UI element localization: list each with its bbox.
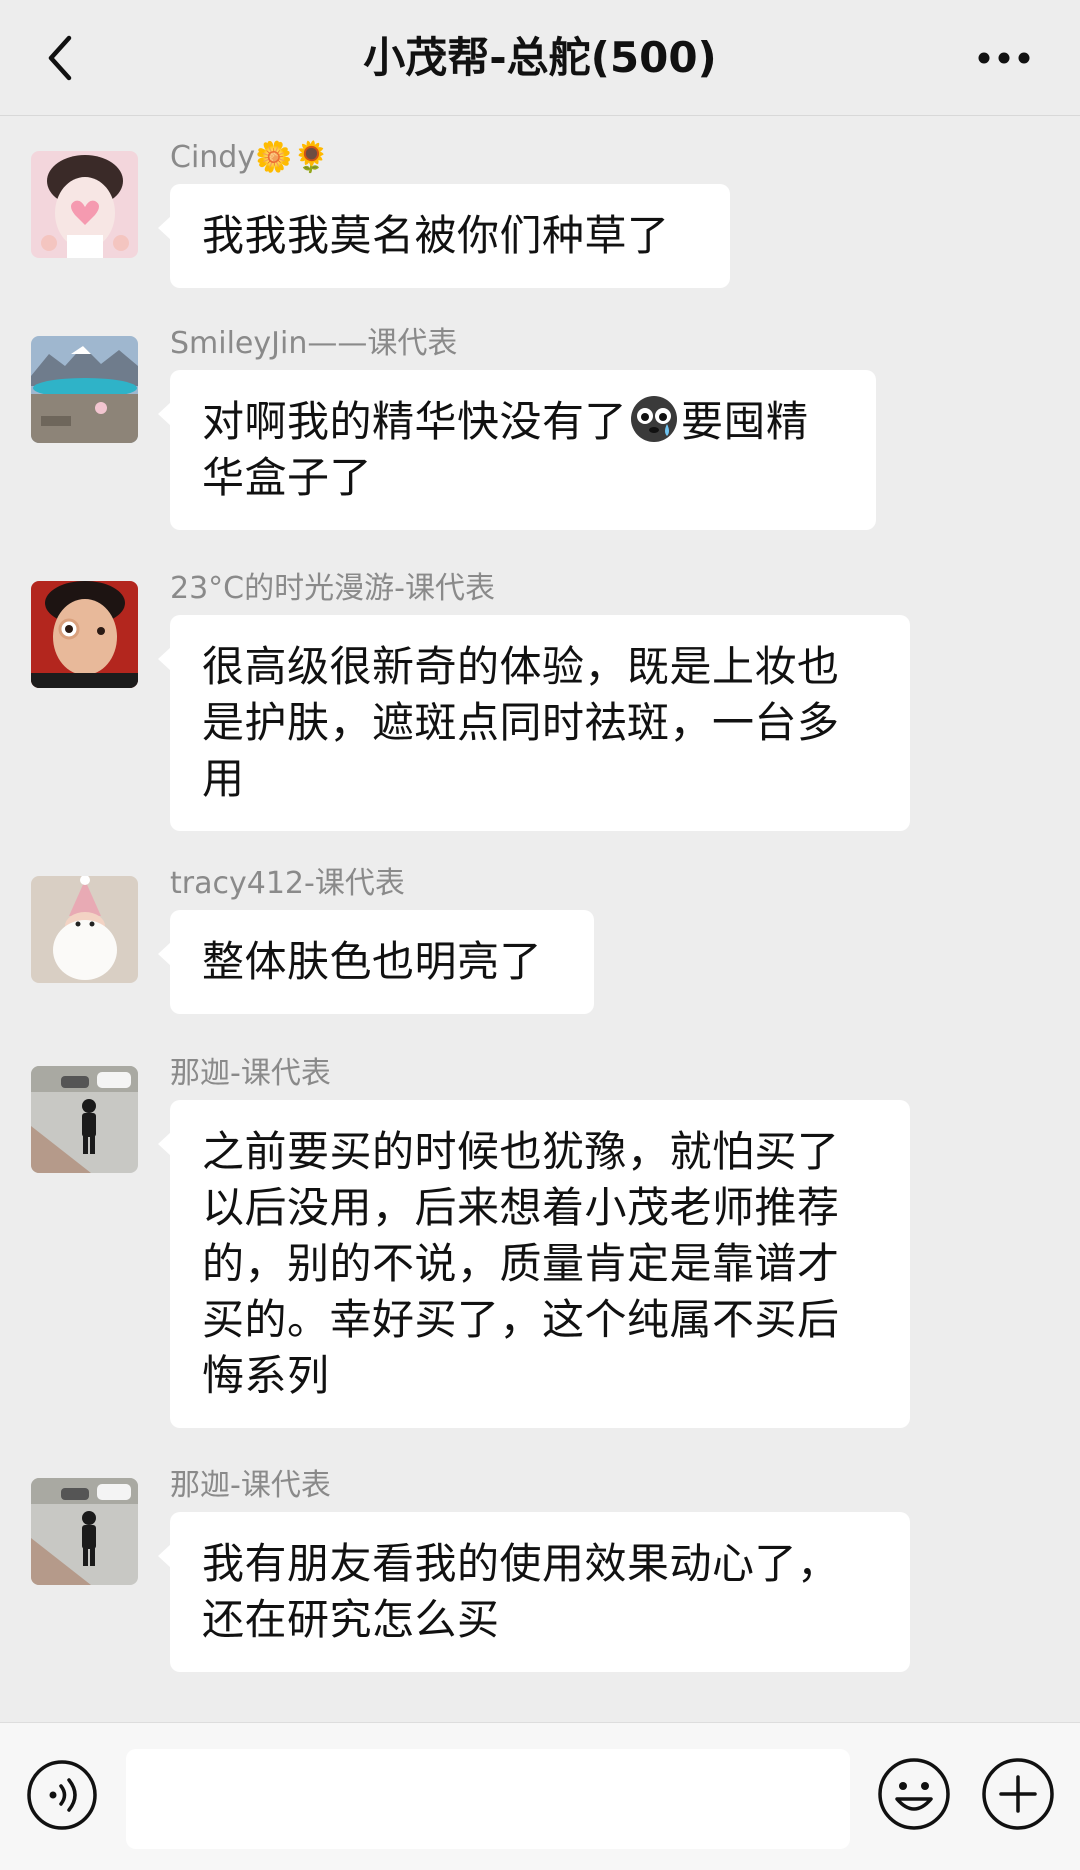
message-bubble[interactable]: 之前要买的时候也犹豫，就怕买了以后没用，后来想着小茂老师推荐的，别的不说，质量肯… — [158, 1100, 910, 1428]
message-bubble[interactable]: 很高级很新奇的体验，既是上妆也是护肤，遮斑点同时祛斑，一台多用 — [158, 615, 910, 831]
plus-icon[interactable] — [981, 1757, 1055, 1831]
sender-name: tracy412-课代表 — [170, 866, 405, 901]
avatar[interactable] — [31, 336, 138, 443]
message-text: 对啊我的精华快没有了 — [202, 397, 628, 446]
sender-name: 那迦-课代表 — [170, 1468, 331, 1503]
sender-name: 那迦-课代表 — [170, 1056, 331, 1091]
avatar[interactable] — [31, 1066, 138, 1173]
emoji-icon[interactable] — [877, 1757, 951, 1831]
message-bubble[interactable]: 我有朋友看我的使用效果动心了，还在研究怎么买 — [158, 1512, 910, 1672]
message-bubble[interactable]: 整体肤色也明亮了 — [158, 910, 594, 1014]
message-bubble[interactable]: 对啊我的精华快没有了 要囤精华盒子了 — [158, 370, 876, 530]
crying-face-emoji-icon — [629, 394, 679, 444]
sender-name: SmileyJin——课代表 — [170, 326, 458, 361]
sender-name: 23°C的时光漫游-课代表 — [170, 571, 495, 606]
avatar[interactable] — [31, 151, 138, 258]
voice-icon[interactable] — [26, 1759, 98, 1831]
chevron-left-icon[interactable] — [36, 30, 84, 86]
avatar[interactable] — [31, 1478, 138, 1585]
avatar[interactable] — [31, 876, 138, 983]
chat-header: 小茂帮-总舵(500) — [0, 0, 1080, 116]
chat-input-bar — [0, 1722, 1080, 1870]
sender-name: Cindy🌼🌻 — [170, 140, 330, 175]
message-input[interactable] — [126, 1749, 850, 1849]
chat-title: 小茂帮-总舵(500) — [363, 33, 717, 82]
more-dots-icon[interactable] — [968, 38, 1040, 78]
message-bubble[interactable]: 我我我莫名被你们种草了 — [158, 184, 730, 288]
avatar[interactable] — [31, 581, 138, 688]
